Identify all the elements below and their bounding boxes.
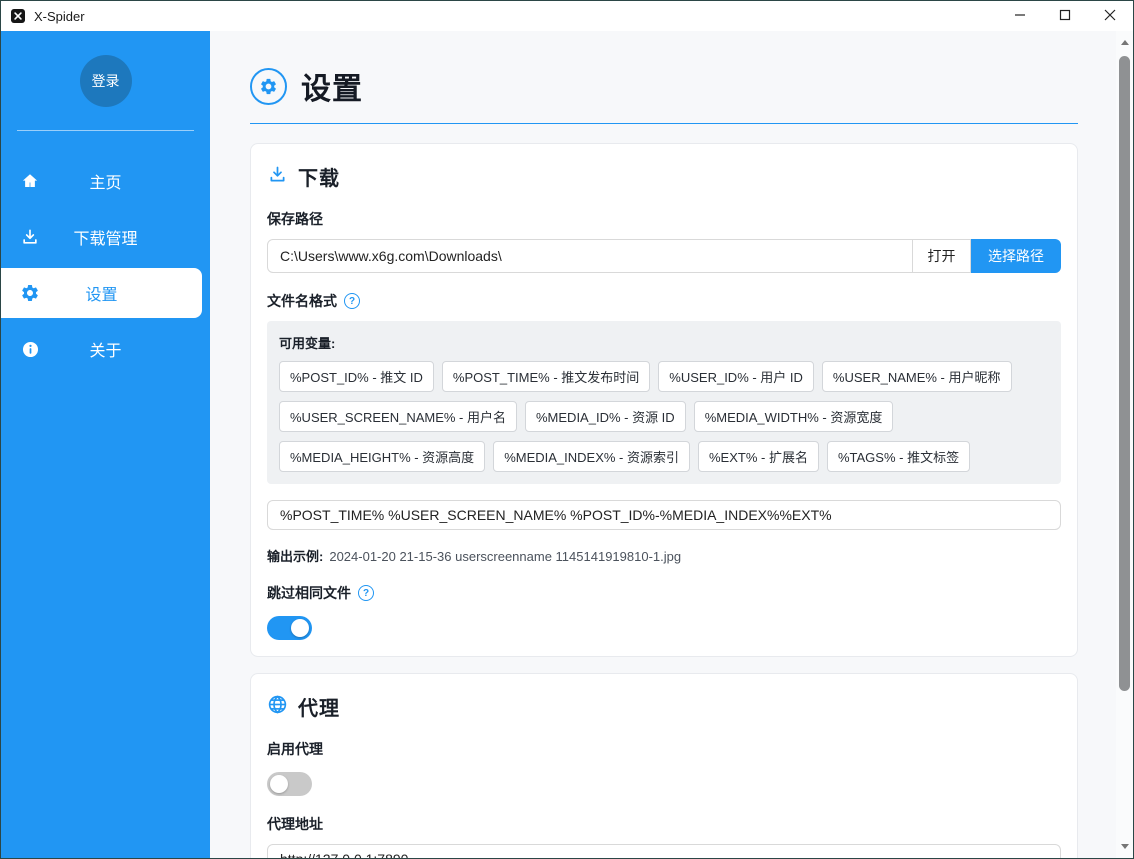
- available-variables-box: 可用变量: %POST_ID% - 推文 ID %POST_TIME% - 推文…: [267, 321, 1061, 484]
- window-controls: [997, 1, 1132, 31]
- page-header: 设置: [250, 64, 1078, 108]
- sidebar-item-about[interactable]: 关于: [1, 321, 210, 377]
- app-logo-x-icon: [11, 9, 25, 23]
- download-icon: [18, 225, 42, 249]
- proxy-address-input[interactable]: [267, 844, 1061, 858]
- sidebar-divider: [17, 130, 194, 131]
- vertical-scrollbar[interactable]: [1116, 31, 1133, 858]
- title-bar: X-Spider: [1, 1, 1133, 31]
- save-path-group: 打开 选择路径: [267, 239, 1061, 273]
- filename-format-help-icon[interactable]: ?: [344, 293, 360, 309]
- sidebar: 登录 主页 下载管理: [1, 31, 210, 858]
- filename-format-input[interactable]: [267, 500, 1061, 530]
- toggle-knob: [291, 619, 309, 637]
- login-button[interactable]: 登录: [80, 55, 132, 107]
- output-example: 输出示例: 2024-01-20 21-15-36 userscreenname …: [267, 546, 1061, 565]
- scroll-down-arrow-icon[interactable]: [1116, 838, 1133, 855]
- main-area: 设置 下载 保存路径 打开 选择路径: [210, 31, 1133, 858]
- window-title: X-Spider: [34, 9, 85, 24]
- download-section-title: 下载: [298, 162, 340, 191]
- maximize-button[interactable]: [1042, 1, 1087, 31]
- close-button[interactable]: [1087, 1, 1132, 31]
- variable-chip[interactable]: %USER_NAME% - 用户昵称: [822, 361, 1012, 392]
- variable-chip[interactable]: %MEDIA_ID% - 资源 ID: [525, 401, 686, 432]
- sidebar-nav: 主页 下载管理 设置: [1, 153, 210, 377]
- minimize-icon: [1014, 9, 1026, 24]
- variable-chip[interactable]: %EXT% - 扩展名: [698, 441, 819, 472]
- sidebar-item-home[interactable]: 主页: [1, 153, 210, 209]
- globe-icon: [267, 694, 288, 720]
- settings-gear-icon: [250, 68, 287, 105]
- save-path-input[interactable]: [267, 239, 913, 273]
- close-icon: [1104, 9, 1116, 24]
- output-example-label: 输出示例:: [267, 549, 323, 564]
- header-divider: [250, 123, 1078, 124]
- variable-chip[interactable]: %MEDIA_HEIGHT% - 资源高度: [279, 441, 485, 472]
- page-title: 设置: [301, 64, 363, 108]
- variable-chip[interactable]: %POST_ID% - 推文 ID: [279, 361, 434, 392]
- enable-proxy-label: 启用代理: [267, 739, 1061, 759]
- download-settings-card: 下载 保存路径 打开 选择路径 文件名格式 ? 可用变量:: [250, 143, 1078, 657]
- gear-icon: [18, 281, 42, 305]
- skip-same-file-label: 跳过相同文件: [267, 583, 351, 603]
- variable-chip[interactable]: %MEDIA_WIDTH% - 资源宽度: [694, 401, 894, 432]
- sidebar-item-download-manager[interactable]: 下载管理: [1, 209, 210, 265]
- variable-chip[interactable]: %USER_ID% - 用户 ID: [658, 361, 814, 392]
- filename-format-label: 文件名格式: [267, 291, 337, 311]
- proxy-address-label: 代理地址: [267, 814, 1061, 834]
- info-icon: [18, 337, 42, 361]
- save-path-label: 保存路径: [267, 209, 1061, 229]
- minimize-button[interactable]: [997, 1, 1042, 31]
- choose-path-button[interactable]: 选择路径: [971, 239, 1061, 273]
- maximize-icon: [1059, 9, 1071, 24]
- scroll-up-arrow-icon[interactable]: [1116, 34, 1133, 51]
- proxy-settings-card: 代理 启用代理 代理地址: [250, 673, 1078, 858]
- app-window: X-Spider 登录 主页: [0, 0, 1134, 859]
- toggle-knob: [270, 775, 288, 793]
- sidebar-item-settings[interactable]: 设置: [1, 268, 202, 318]
- output-example-value: 2024-01-20 21-15-36 userscreenname 11451…: [329, 549, 681, 564]
- variable-chip[interactable]: %POST_TIME% - 推文发布时间: [442, 361, 650, 392]
- variables-label: 可用变量:: [279, 333, 1049, 352]
- variable-chip[interactable]: %TAGS% - 推文标签: [827, 441, 970, 472]
- variable-chip[interactable]: %MEDIA_INDEX% - 资源索引: [493, 441, 690, 472]
- open-path-button[interactable]: 打开: [913, 239, 971, 273]
- enable-proxy-toggle[interactable]: [267, 772, 312, 796]
- skip-same-file-toggle[interactable]: [267, 616, 312, 640]
- scrollbar-thumb[interactable]: [1119, 56, 1130, 691]
- variable-chip[interactable]: %USER_SCREEN_NAME% - 用户名: [279, 401, 517, 432]
- home-icon: [18, 169, 42, 193]
- skip-same-file-help-icon[interactable]: ?: [358, 585, 374, 601]
- download-section-icon: [267, 164, 288, 190]
- proxy-section-title: 代理: [298, 692, 340, 721]
